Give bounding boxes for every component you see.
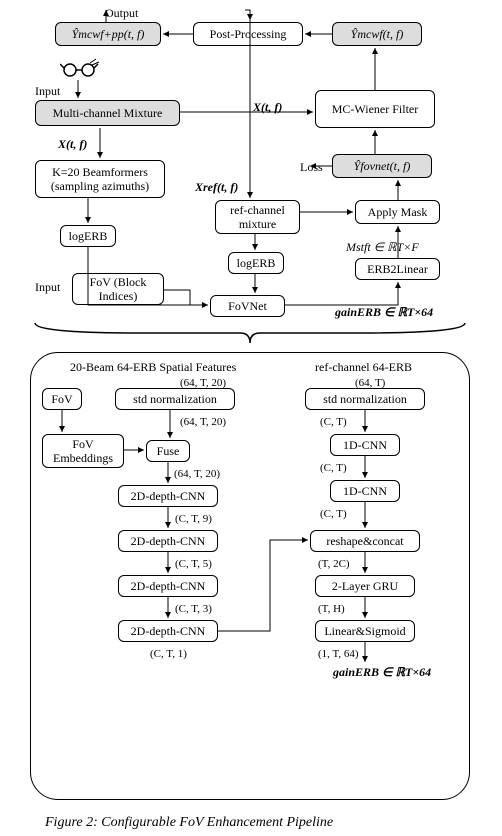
stdnorm2-box: std normalization — [305, 388, 425, 410]
glasses-icon — [60, 58, 100, 80]
figure-caption: Figure 2: Configurable FoV Enhancement P… — [45, 815, 333, 831]
input2-label: Input — [35, 280, 60, 295]
fov-input-box: FoV (Block Indices) — [72, 273, 164, 305]
erb2lin-box: ERB2Linear — [355, 258, 440, 280]
gainerb2-label: gainERB ∈ ℝT×64 — [333, 665, 431, 680]
fovnet-box: FoVNet — [210, 295, 285, 317]
xtf2-label: X(t, f) — [253, 100, 282, 115]
cnn1d-2-box: 1D-CNN — [330, 480, 400, 502]
shape-ct3: (C, T, 3) — [175, 603, 212, 615]
shape-ct-3: (C, T) — [320, 508, 347, 520]
sec-refch-label: ref-channel 64-ERB — [315, 360, 412, 375]
shape-ct9: (C, T, 9) — [175, 513, 212, 525]
applymask-box: Apply Mask — [355, 200, 440, 224]
input1-label: Input — [35, 84, 60, 99]
ymcwfpp-text: Ŷmcwf+pp(t, f) — [72, 27, 145, 41]
loss-label: Loss — [300, 160, 323, 175]
output-label: Output — [105, 6, 138, 21]
ymcwf-box: Ŷmcwf(t, f) — [332, 22, 422, 46]
cnn2d-4-box: 2D-depth-CNN — [118, 620, 218, 642]
shape-ct1: (C, T, 1) — [150, 648, 187, 660]
cnn1d-1-box: 1D-CNN — [330, 434, 400, 456]
shape-th: (T, H) — [318, 603, 345, 615]
ymcwf-text: Ŷmcwf(t, f) — [351, 27, 404, 41]
fovemb-box: FoV Embeddings — [42, 434, 124, 468]
cnn2d-2-box: 2D-depth-CNN — [118, 530, 218, 552]
shape-ct-1: (C, T) — [320, 416, 347, 428]
yfovnet-box: Ŷfovnet(t, f) — [332, 154, 432, 178]
cnn2d-1-box: 2D-depth-CNN — [118, 485, 218, 507]
linsig-box: Linear&Sigmoid — [315, 620, 415, 642]
shape-ct-2: (C, T) — [320, 462, 347, 474]
caption-text: Figure 2: Configurable FoV Enhancement P… — [45, 815, 333, 830]
postproc-box: Post-Processing — [193, 22, 303, 46]
stdnorm1-box: std normalization — [115, 388, 235, 410]
logerb1-box: logERB — [60, 225, 116, 247]
xtf1-label: X(t, f) — [58, 137, 87, 152]
fuse-box: Fuse — [146, 440, 190, 462]
cnn2d-3-box: 2D-depth-CNN — [118, 575, 218, 597]
shape-64t20-3: (64, T, 20) — [174, 468, 220, 480]
gru-box: 2-Layer GRU — [315, 575, 415, 597]
reshape-box: reshape&concat — [310, 530, 420, 552]
multich-box: Multi-channel Mixture — [35, 100, 180, 126]
shape-t2c: (T, 2C) — [318, 558, 350, 570]
yfovnet-text: Ŷfovnet(t, f) — [354, 159, 411, 173]
beamformers-box: K=20 Beamformers (sampling azimuths) — [35, 160, 165, 198]
shape-1t64: (1, T, 64) — [318, 648, 359, 660]
shape-64t20-2: (64, T, 20) — [180, 416, 226, 428]
mstft-label: Mstft ∈ ℝT×F — [346, 240, 419, 255]
brace-icon — [30, 318, 470, 348]
mcwiener-box: MC-Wiener Filter — [315, 90, 435, 128]
sec-spatial-label: 20-Beam 64-ERB Spatial Features — [70, 360, 236, 375]
fov2-box: FoV — [42, 388, 82, 410]
gainerb1-label: gainERB ∈ ℝT×64 — [335, 305, 433, 320]
xref-label: Xref(t, f) — [195, 180, 238, 195]
refmix-box: ref-channel mixture — [215, 200, 300, 234]
shape-ct5: (C, T, 5) — [175, 558, 212, 570]
logerb2-box: logERB — [228, 252, 284, 274]
ymcwfpp-box: Ŷmcwf+pp(t, f) — [55, 22, 161, 46]
